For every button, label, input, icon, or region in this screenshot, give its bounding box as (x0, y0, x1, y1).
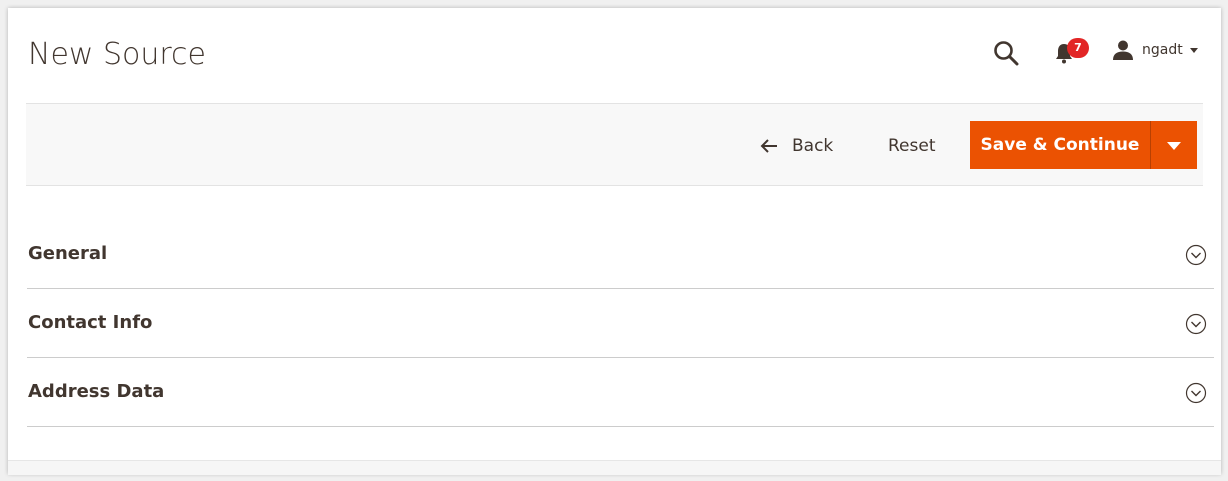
save-options-toggle[interactable] (1151, 121, 1197, 169)
notification-count-badge: 7 (1067, 38, 1089, 58)
section-contact-info[interactable]: Contact Info (27, 289, 1214, 358)
user-icon (1113, 40, 1133, 60)
triangle-down-icon (1167, 142, 1181, 150)
page-header: New Source 7 ngadt (8, 8, 1221, 103)
chevron-down-circle-icon (1185, 244, 1207, 266)
save-and-continue-button[interactable]: Save & Continue (970, 121, 1151, 169)
section-general[interactable]: General (27, 220, 1214, 289)
section-title: Contact Info (28, 312, 153, 333)
chevron-down-circle-icon (1185, 313, 1207, 335)
section-title: Address Data (28, 381, 165, 402)
back-button-label: Back (792, 136, 834, 156)
section-address-data[interactable]: Address Data (27, 358, 1214, 427)
collapsible-sections: General Contact Info Address Data (27, 220, 1214, 427)
chevron-down-circle-icon (1185, 382, 1207, 404)
section-title: General (28, 243, 108, 264)
page-bottom-edge (8, 460, 1221, 475)
page-actions-bar: Back Reset Save & Continue (26, 103, 1203, 186)
user-name: ngadt (1142, 42, 1183, 58)
page-title: New Source (28, 37, 207, 72)
reset-button[interactable]: Reset (888, 128, 936, 164)
arrow-left-icon (760, 139, 777, 153)
save-split-button: Save & Continue (970, 121, 1197, 169)
search-icon[interactable] (992, 39, 1020, 67)
caret-down-icon (1189, 47, 1198, 53)
notifications-button[interactable]: 7 (1052, 38, 1092, 70)
user-menu[interactable]: ngadt (1112, 38, 1198, 62)
back-button[interactable]: Back (760, 128, 833, 164)
admin-page: New Source 7 ngadt Back Reset Save & Con… (8, 8, 1221, 475)
